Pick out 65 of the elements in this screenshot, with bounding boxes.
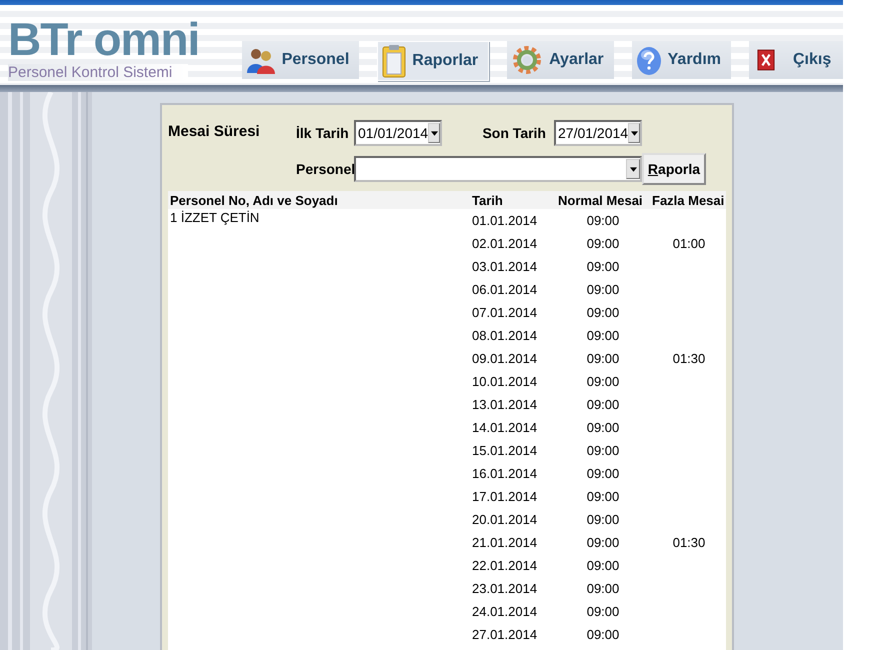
table-cell-text: 06.01.2014 — [472, 282, 538, 297]
nav-tab[interactable]: Yardım — [632, 41, 731, 79]
table-cell-text: 09:00 — [586, 397, 620, 412]
table-cell-text: 09.01.2014 — [472, 351, 538, 366]
table-cell-text: 09:00 — [586, 282, 620, 297]
table-cell-text: 09:00 — [586, 466, 620, 481]
help-icon — [636, 44, 662, 76]
table-cell-text: 01.01.2014 — [472, 213, 538, 228]
table-cell-text: 27.01.2014 — [472, 627, 538, 642]
nav-tab[interactable]: Çıkış — [749, 41, 843, 79]
table-cell-text: 09:00 — [586, 420, 620, 435]
table-cell-text: 14.01.2014 — [472, 420, 538, 435]
table-cell-text: 09:00 — [586, 213, 620, 228]
report-button[interactable]: Raporla — [642, 153, 706, 185]
date-dropdown[interactable]: 27/01/2014 — [554, 120, 642, 146]
field-label: İlk Tarih — [296, 125, 350, 141]
table-cell-text: 22.01.2014 — [472, 558, 538, 573]
nav-tab[interactable]: Personel — [242, 41, 360, 79]
table-cell-text: 23.01.2014 — [472, 581, 538, 596]
table-cell-text: 01:30 — [672, 535, 706, 550]
table-cell-text: 09:00 — [586, 581, 620, 596]
gear-icon — [511, 44, 544, 76]
nav-tab[interactable]: Raporlar — [377, 41, 490, 81]
table-cell-text: 21.01.2014 — [472, 535, 538, 550]
table-cell-text: 09:00 — [586, 305, 620, 320]
table-cell-text: 13.01.2014 — [472, 397, 538, 412]
nav-tab[interactable]: Ayarlar — [507, 41, 614, 79]
table-cell-text: 16.01.2014 — [472, 466, 538, 481]
table-cell-text: 15.01.2014 — [472, 443, 538, 458]
table-cell-text: 17.01.2014 — [472, 489, 538, 504]
column-header: Fazla Mesai — [652, 192, 726, 208]
table-cell-text: 02.01.2014 — [472, 236, 538, 251]
app-subtitle: Personel Kontrol Sistemi — [8, 64, 188, 81]
table-cell-text: 01:00 — [672, 236, 706, 251]
app-logo: BTr omni — [8, 18, 200, 60]
table-cell-text: 09:00 — [586, 512, 620, 527]
personnel-dropdown[interactable] — [354, 156, 642, 182]
table-cell-text: 03.01.2014 — [472, 259, 538, 274]
close-icon — [757, 49, 775, 71]
table-cell-text: 09:00 — [586, 604, 620, 619]
table-cell-text: 09:00 — [586, 328, 620, 343]
table-cell-text: 20.01.2014 — [472, 512, 538, 527]
table-cell-text: 09:00 — [586, 236, 620, 251]
table-cell-text: 1 İZZET ÇETİN — [169, 209, 260, 225]
table-cell-text: 09:00 — [586, 535, 620, 550]
date-dropdown[interactable]: 01/01/2014 — [354, 120, 442, 146]
table-cell-text: 09:00 — [586, 351, 620, 366]
table-cell-text: 09:00 — [586, 627, 620, 642]
table-cell-text: 07.01.2014 — [472, 305, 538, 320]
table-cell-text: 09:00 — [586, 259, 620, 274]
table-cell-text: 09:00 — [586, 443, 620, 458]
clipboard-icon — [382, 44, 406, 78]
field-label: Son Tarih — [481, 125, 547, 141]
table-cell-text: 01:30 — [672, 351, 706, 366]
field-label: Personel — [296, 161, 354, 177]
column-header: Tarih — [472, 192, 504, 208]
table-cell-text: 10.01.2014 — [472, 374, 538, 389]
table-cell-text: 09:00 — [586, 489, 620, 504]
table-cell-text: 09:00 — [586, 374, 620, 389]
column-header: Normal Mesai — [558, 192, 644, 208]
table-cell-text: 09:00 — [586, 558, 620, 573]
section-title: Mesai Süresi — [168, 122, 261, 142]
table-cell-text: 24.01.2014 — [472, 604, 538, 619]
column-header: Personel No, Adı ve Soyadı — [169, 192, 339, 208]
table-cell-text: 08.01.2014 — [472, 328, 538, 343]
